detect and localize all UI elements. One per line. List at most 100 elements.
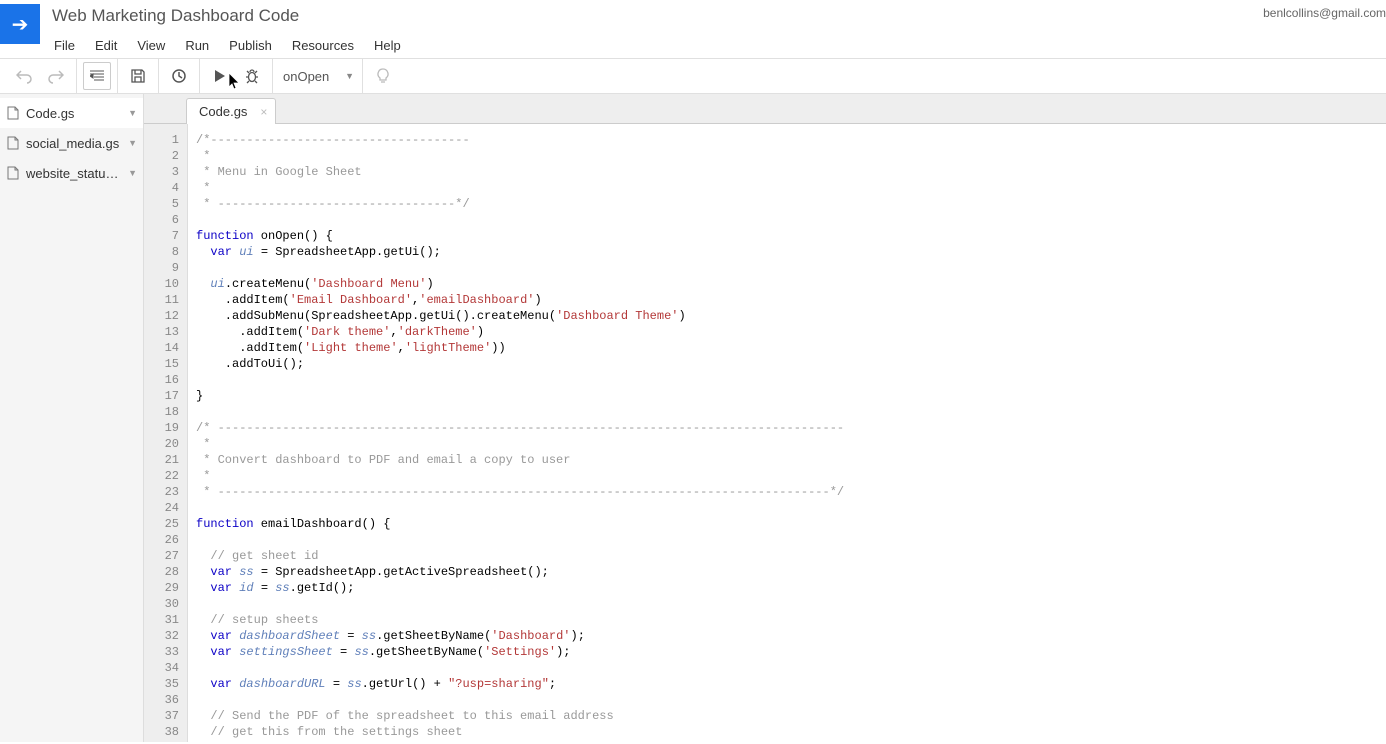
file-name-label: website_statu… [26,166,124,181]
code-line [196,260,1386,276]
code-line: * [196,148,1386,164]
app-logo: ➔ [0,4,40,44]
user-email[interactable]: benlcollins@gmail.com [1263,6,1386,20]
code-line: var id = ss.getId(); [196,580,1386,596]
code-line: function onOpen() { [196,228,1386,244]
code-line: } [196,388,1386,404]
file-icon [6,166,20,180]
line-number: 1 [144,132,179,148]
line-number: 4 [144,180,179,196]
code-line: var ui = SpreadsheetApp.getUi(); [196,244,1386,260]
line-number: 24 [144,500,179,516]
line-number: 29 [144,580,179,596]
bug-icon [244,68,260,84]
code-line [196,404,1386,420]
toolbar-run-debug-group [200,59,273,93]
indent-button[interactable] [83,62,111,90]
menu-item-file[interactable]: File [52,34,85,57]
document-title[interactable]: Web Marketing Dashboard Code [52,6,1386,26]
line-number: 27 [144,548,179,564]
line-number: 3 [144,164,179,180]
header-main: Web Marketing Dashboard Code FileEditVie… [52,0,1386,57]
undo-icon [16,68,32,84]
code-line: /* -------------------------------------… [196,420,1386,436]
code-line [196,212,1386,228]
menu-item-view[interactable]: View [127,34,175,57]
line-number: 11 [144,292,179,308]
save-button[interactable] [124,62,152,90]
function-selector[interactable]: onOpen ▼ [273,59,363,93]
line-number: 5 [144,196,179,212]
tab-label: Code.gs [199,104,247,119]
function-selector-label: onOpen [283,69,329,84]
redo-button[interactable] [42,62,70,90]
toolbar: onOpen ▼ [0,58,1386,94]
code-line: .addItem('Dark theme','darkTheme') [196,324,1386,340]
line-number: 25 [144,516,179,532]
code-line: * ---------------------------------*/ [196,196,1386,212]
undo-button[interactable] [10,62,38,90]
code-line: * --------------------------------------… [196,484,1386,500]
caret-down-icon[interactable]: ▼ [128,168,137,178]
code-line: var settingsSheet = ss.getSheetByName('S… [196,644,1386,660]
code-line: * [196,468,1386,484]
file-name-label: Code.gs [26,106,124,121]
toolbar-indent-group [77,59,118,93]
code-line: .addToUi(); [196,356,1386,372]
code-editor[interactable]: /*------------------------------------ *… [188,124,1386,742]
line-number: 23 [144,484,179,500]
editor-area: Code.gs × 123456789101112131415161718192… [144,94,1386,742]
menu-item-publish[interactable]: Publish [219,34,282,57]
arrow-right-icon: ➔ [12,12,29,37]
caret-down-icon[interactable]: ▼ [128,108,137,118]
toolbar-history-group [4,59,77,93]
line-number: 34 [144,660,179,676]
caret-down-icon[interactable]: ▼ [128,138,137,148]
editor-tab-active[interactable]: Code.gs × [186,98,276,124]
file-item[interactable]: Code.gs ▼ [0,98,143,128]
code-line [196,500,1386,516]
file-name-label: social_media.gs [26,136,124,151]
menu-item-run[interactable]: Run [175,34,219,57]
line-number: 26 [144,532,179,548]
file-icon [6,106,20,120]
toolbar-watch-group [159,59,200,93]
menu-item-edit[interactable]: Edit [85,34,127,57]
line-number: 32 [144,628,179,644]
code-line [196,532,1386,548]
toolbar-save-group [118,59,159,93]
close-icon[interactable]: × [260,105,267,119]
code-line: .addItem('Email Dashboard','emailDashboa… [196,292,1386,308]
line-number: 7 [144,228,179,244]
code-line: // setup sheets [196,612,1386,628]
line-number: 28 [144,564,179,580]
file-item[interactable]: website_statu… ▼ [0,158,143,188]
lightbulb-button[interactable] [369,62,397,90]
lightbulb-icon [375,68,391,84]
code-line: // get sheet id [196,548,1386,564]
line-number: 12 [144,308,179,324]
save-icon [130,68,146,84]
line-number: 15 [144,356,179,372]
code-line: * [196,180,1386,196]
menu-item-resources[interactable]: Resources [282,34,364,57]
line-number: 22 [144,468,179,484]
code-line: var dashboardURL = ss.getUrl() + "?usp=s… [196,676,1386,692]
file-item[interactable]: social_media.gs ▼ [0,128,143,158]
code-line: /*------------------------------------ [196,132,1386,148]
line-number: 21 [144,452,179,468]
line-gutter: 1234567891011121314151617181920212223242… [144,124,188,742]
code-line: .addSubMenu(SpreadsheetApp.getUi().creat… [196,308,1386,324]
line-number: 30 [144,596,179,612]
debug-button[interactable] [238,62,266,90]
menu-item-help[interactable]: Help [364,34,411,57]
line-number: 6 [144,212,179,228]
line-number: 9 [144,260,179,276]
indent-icon [90,70,104,82]
toolbar-help-group [363,59,403,93]
redo-icon [48,68,64,84]
run-button[interactable] [206,62,234,90]
watch-button[interactable] [165,62,193,90]
line-number: 36 [144,692,179,708]
code-line: * Menu in Google Sheet [196,164,1386,180]
